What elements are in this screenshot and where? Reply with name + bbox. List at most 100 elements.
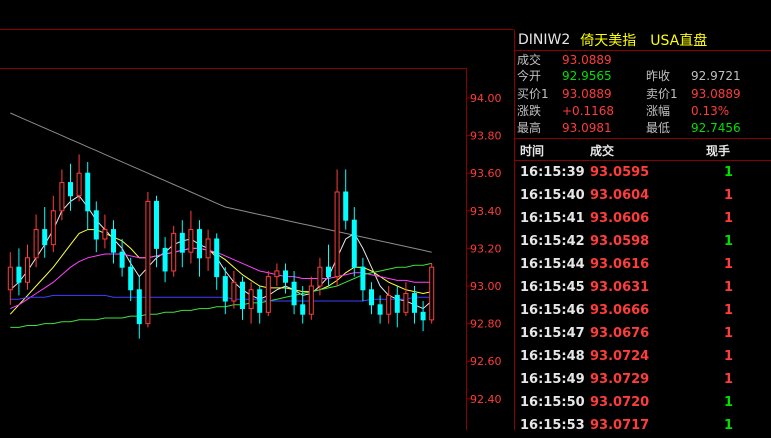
candle-body <box>119 251 125 268</box>
candle-body <box>102 229 108 240</box>
tick-row[interactable]: 16:15:48 93.0724 1 <box>514 346 771 369</box>
open-label: 今开 <box>517 69 542 83</box>
candle-body <box>42 229 48 246</box>
y-tick-label: 93.20 <box>470 242 502 255</box>
tick-volume: 1 <box>724 280 734 295</box>
ma-line <box>10 294 432 302</box>
y-tick-label: 93.40 <box>470 205 502 218</box>
candle-body <box>317 266 323 287</box>
tick-row[interactable]: 16:15:50 93.0720 1 <box>514 392 771 415</box>
tick-time: 16:15:40 <box>520 188 585 203</box>
tick-price: 93.0598 <box>590 234 650 249</box>
tick-row[interactable]: 16:15:41 93.0606 1 <box>514 208 771 231</box>
quote-header: DINIW2 倚天美指 USA直盘 <box>514 30 771 50</box>
candle-body <box>240 281 245 310</box>
open-value: 92.9565 <box>562 69 612 83</box>
y-tick-label: 93.60 <box>470 167 502 180</box>
market-name: USA直盘 <box>650 33 708 49</box>
candle-body <box>59 182 65 212</box>
tick-time: 16:15:39 <box>520 165 585 180</box>
tick-time: 16:15:49 <box>520 372 585 387</box>
tick-time: 16:15:53 <box>520 418 585 433</box>
candle-body <box>50 210 56 246</box>
candle-body <box>136 289 142 325</box>
tick-volume: 1 <box>724 234 734 249</box>
tick-price: 93.0717 <box>590 418 650 433</box>
candle-body <box>85 172 91 212</box>
volume-value: 93.0889 <box>562 53 612 67</box>
candle-body <box>265 276 271 313</box>
candle-body <box>76 172 82 197</box>
tick-price: 93.0666 <box>590 303 650 318</box>
candle-body <box>343 191 349 221</box>
candle-body <box>145 200 151 325</box>
tick-volume: 1 <box>724 349 734 364</box>
candle-body <box>248 289 254 310</box>
y-tick-label: 92.60 <box>470 355 502 368</box>
tick-price: 93.0604 <box>590 188 650 203</box>
tick-price: 93.0606 <box>590 211 650 226</box>
tick-row[interactable]: 16:15:42 93.0598 1 <box>514 231 771 254</box>
candle-body <box>162 247 168 272</box>
prev-close-label: 昨收 <box>646 69 671 83</box>
volume-label: 成交 <box>517 53 542 67</box>
candle-body <box>128 266 134 291</box>
candle-body <box>33 229 39 259</box>
candle-body <box>369 289 374 306</box>
tick-row[interactable]: 16:15:45 93.0631 1 <box>514 277 771 300</box>
ask-label: 卖价1 <box>646 87 678 101</box>
tick-volume: 1 <box>724 303 734 318</box>
ma-line <box>10 112 432 253</box>
candle-body <box>179 232 185 253</box>
tick-row[interactable]: 16:15:47 93.0676 1 <box>514 323 771 346</box>
symbol-code: DINIW2 <box>518 32 571 48</box>
tick-volume: 1 <box>724 326 734 341</box>
candle-body <box>111 229 116 253</box>
tick-volume: 1 <box>724 188 734 203</box>
candle-body <box>214 238 220 278</box>
tick-price: 93.0724 <box>590 349 650 364</box>
tick-row[interactable]: 16:15:46 93.0666 1 <box>514 300 771 323</box>
tick-row[interactable]: 16:15:53 93.0717 1 <box>514 415 771 438</box>
high-value: 93.0981 <box>562 121 612 135</box>
y-tick-label: 94.00 <box>470 92 502 105</box>
candle-body <box>188 229 194 253</box>
tick-volume: 1 <box>724 418 734 433</box>
tick-row[interactable]: 16:15:40 93.0604 1 <box>514 185 771 208</box>
tick-time: 16:15:50 <box>520 395 585 410</box>
candle-body <box>326 266 331 278</box>
y-tick-label: 93.00 <box>470 280 502 293</box>
tick-row[interactable]: 16:15:44 93.0616 1 <box>514 254 771 277</box>
candle-body <box>360 266 366 291</box>
tick-row[interactable]: 16:15:39 93.0595 1 <box>514 162 771 185</box>
symbol-name: 倚天美指 <box>580 33 637 49</box>
tick-price: 93.0616 <box>590 257 650 272</box>
tick-price: 93.0631 <box>590 280 650 295</box>
tick-time: 16:15:42 <box>520 234 585 249</box>
change-label: 涨跌 <box>517 104 542 118</box>
bid-value: 93.0889 <box>562 87 612 101</box>
candle-body <box>386 294 392 315</box>
candle-body <box>351 219 357 268</box>
candle-body <box>257 289 263 313</box>
kline-svg[interactable]: 94.00 93.80 93.60 93.40 93.20 93.00 92.80 92.60… <box>0 0 514 430</box>
kline-chart[interactable]: 94.00 93.80 93.60 93.40 93.20 93.00 92.80 92.60… <box>0 0 514 430</box>
tick-time: 16:15:47 <box>520 326 585 341</box>
low-value: 92.7456 <box>691 121 741 135</box>
candle-body <box>429 266 435 321</box>
tick-header-divider <box>514 160 771 161</box>
y-tick-label: 93.80 <box>470 130 502 143</box>
candle-body <box>300 304 306 315</box>
candle-body <box>25 257 30 283</box>
tick-time: 16:15:45 <box>520 280 585 295</box>
prev-close-value: 92.9721 <box>691 69 741 83</box>
tick-time-header: 时间 <box>520 144 545 158</box>
candle-body <box>68 182 73 197</box>
tick-table-header: 时间 成交 现手 <box>514 140 771 160</box>
tick-row[interactable]: 16:15:49 93.0729 1 <box>514 369 771 392</box>
stats-divider <box>514 138 771 139</box>
candle-body <box>274 270 280 278</box>
tick-volume: 1 <box>724 211 734 226</box>
candle-body <box>308 285 314 315</box>
tick-price: 93.0676 <box>590 326 650 341</box>
